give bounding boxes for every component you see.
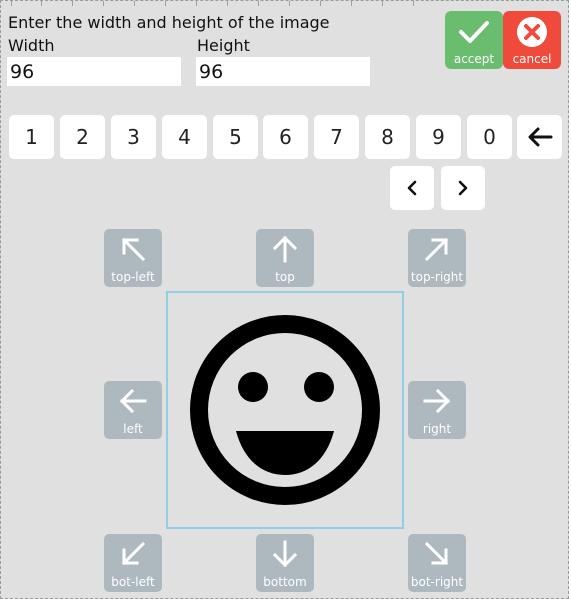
- anchor-bottom-left-label: bot-left: [111, 575, 155, 589]
- arrow-right-icon: [423, 388, 451, 414]
- accept-button[interactable]: accept: [445, 11, 503, 69]
- height-label: Height: [197, 36, 250, 55]
- key-4[interactable]: 4: [162, 115, 207, 159]
- arrow-up-right-icon: [424, 237, 449, 262]
- backspace-button[interactable]: [517, 115, 562, 159]
- close-circle-icon: [517, 17, 547, 47]
- arrow-down-left-icon: [121, 541, 146, 566]
- anchor-bottom-right-label: bot-right: [410, 575, 464, 589]
- anchor-top-label: top: [275, 270, 295, 284]
- key-8[interactable]: 8: [365, 115, 410, 159]
- smiley-face-icon: [190, 315, 380, 505]
- anchor-top-button[interactable]: top: [256, 229, 314, 287]
- cancel-button[interactable]: cancel: [503, 11, 561, 69]
- arrow-left-icon: [119, 388, 147, 414]
- height-input[interactable]: [196, 57, 370, 86]
- accept-label: accept: [453, 52, 495, 66]
- chevron-right-icon: [458, 180, 468, 196]
- key-7[interactable]: 7: [314, 115, 359, 159]
- arrow-up-left-icon: [121, 237, 146, 262]
- next-button[interactable]: [441, 166, 485, 210]
- key-1[interactable]: 1: [9, 115, 54, 159]
- cancel-label: cancel: [512, 52, 552, 66]
- arrow-down-right-icon: [424, 541, 449, 566]
- prev-button[interactable]: [390, 166, 434, 210]
- anchor-top-right-button[interactable]: top-right: [408, 229, 466, 287]
- key-9[interactable]: 9: [416, 115, 461, 159]
- anchor-bottom-button[interactable]: bottom: [256, 534, 314, 592]
- anchor-left-label: left: [123, 422, 143, 436]
- anchor-top-left-label: top-left: [111, 270, 155, 284]
- anchor-top-left-button[interactable]: top-left: [104, 229, 162, 287]
- width-label: Width: [8, 36, 55, 55]
- anchor-bottom-right-button[interactable]: bot-right: [408, 534, 466, 592]
- arrow-down-icon: [272, 540, 298, 568]
- checkmark-icon: [459, 21, 489, 43]
- anchor-right-label: right: [422, 422, 452, 436]
- anchor-right-button[interactable]: right: [408, 381, 466, 439]
- arrow-left-icon: [528, 127, 552, 147]
- anchor-bottom-label: bottom: [263, 575, 307, 589]
- key-5[interactable]: 5: [213, 115, 258, 159]
- anchor-bottom-left-button[interactable]: bot-left: [104, 534, 162, 592]
- key-0[interactable]: 0: [467, 115, 512, 159]
- key-6[interactable]: 6: [263, 115, 308, 159]
- width-input[interactable]: [7, 57, 181, 86]
- anchor-left-button[interactable]: left: [104, 381, 162, 439]
- image-preview: [166, 291, 404, 529]
- ruler-strip: [1, 1, 441, 6]
- arrow-up-icon: [272, 235, 298, 263]
- dialog-prompt: Enter the width and height of the image: [8, 13, 330, 32]
- anchor-top-right-label: top-right: [410, 270, 464, 284]
- key-2[interactable]: 2: [60, 115, 105, 159]
- resize-dialog: Enter the width and height of the image …: [0, 0, 569, 599]
- chevron-left-icon: [407, 180, 417, 196]
- key-3[interactable]: 3: [111, 115, 156, 159]
